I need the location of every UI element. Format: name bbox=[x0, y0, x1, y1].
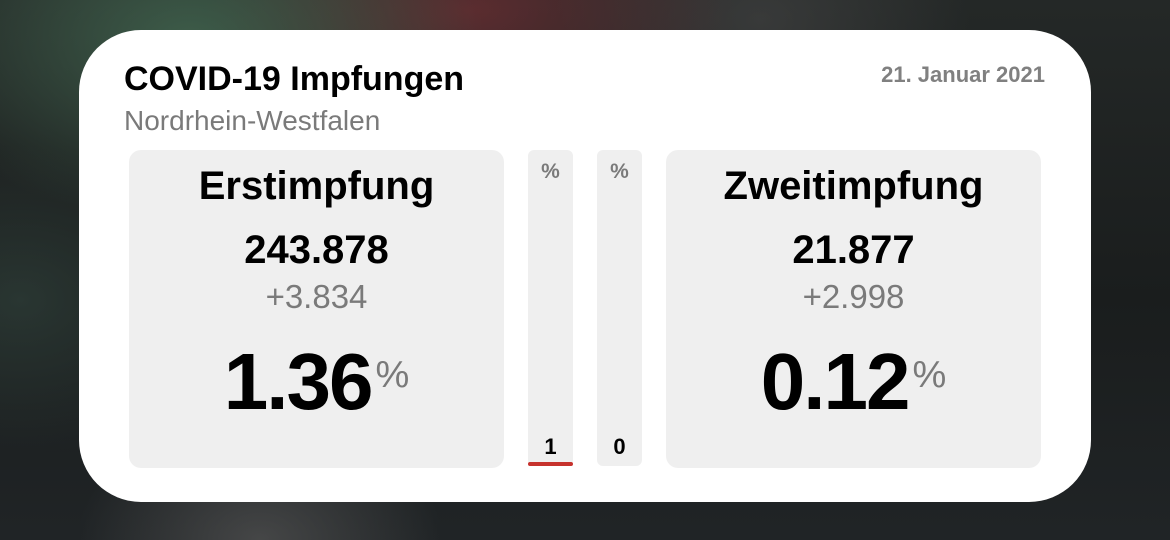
first-dose-progress-bar: % 1 bbox=[528, 150, 573, 466]
first-dose-panel: Erstimpfung 243.878 +3.834 1.36% bbox=[129, 150, 504, 468]
first-dose-bar-fill bbox=[528, 462, 573, 466]
second-dose-label: Zweitimpfung bbox=[723, 164, 984, 208]
second-dose-delta: +2.998 bbox=[802, 278, 905, 315]
widget-date: 21. Januar 2021 bbox=[881, 62, 1045, 87]
first-dose-label: Erstimpfung bbox=[198, 164, 435, 208]
first-dose-count: 243.878 bbox=[244, 228, 389, 272]
second-dose-progress-bar: % 0 bbox=[597, 150, 642, 466]
second-dose-bar-header: % bbox=[610, 160, 629, 183]
second-dose-percent-sign: % bbox=[912, 354, 947, 396]
second-dose-bar-label: 0 bbox=[613, 434, 626, 459]
widget-subtitle: Nordrhein-Westfalen bbox=[124, 105, 381, 136]
first-dose-bar-header: % bbox=[541, 160, 560, 183]
first-dose-percent-sign: % bbox=[375, 354, 410, 396]
first-dose-delta: +3.834 bbox=[265, 278, 368, 315]
second-dose-percent-row: 0.12% bbox=[666, 336, 1041, 428]
first-dose-percent-row: 1.36% bbox=[129, 336, 504, 428]
first-dose-bar-label: 1 bbox=[544, 434, 557, 459]
widget-title: COVID-19 Impfungen bbox=[124, 60, 465, 98]
second-dose-panel: Zweitimpfung 21.877 +2.998 0.12% bbox=[666, 150, 1041, 468]
second-dose-percent: 0.12 bbox=[760, 337, 911, 426]
second-dose-count: 21.877 bbox=[792, 228, 915, 272]
first-dose-percent: 1.36 bbox=[223, 337, 374, 426]
vaccination-widget[interactable]: COVID-19 Impfungen Nordrhein-Westfalen 2… bbox=[79, 30, 1091, 502]
